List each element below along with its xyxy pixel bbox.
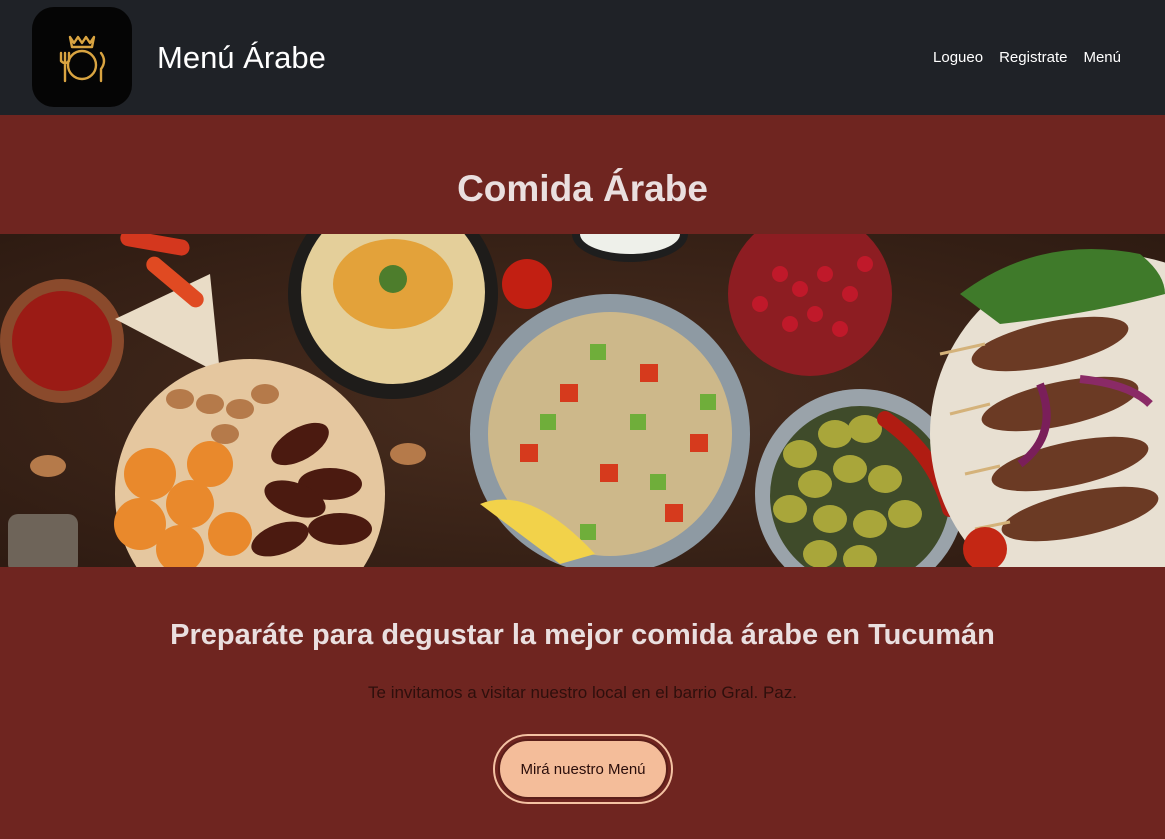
view-menu-button[interactable]: Mirá nuestro Menú [498,739,668,799]
nav-link-logueo[interactable]: Logueo [933,47,983,69]
hero-title: Comida Árabe [457,168,708,209]
nav-link-registrate[interactable]: Registrate [999,47,1067,69]
brand-title[interactable]: Menú Árabe [157,38,326,78]
subtext: Te invitamos a visitar nuestro local en … [368,683,797,702]
nav-links: Logueo Registrate Menú [933,47,1121,69]
nav-link-menu[interactable]: Menú [1083,47,1121,69]
menu-button-ring: Mirá nuestro Menú [493,734,673,804]
navbar: Menú Árabe Logueo Registrate Menú [0,0,1165,115]
logo[interactable] [32,7,132,107]
crowned-plate-cutlery-icon [59,35,106,83]
tagline: Preparáte para degustar la mejor comida … [170,619,995,651]
arabic-food-spread-image [0,234,1165,567]
